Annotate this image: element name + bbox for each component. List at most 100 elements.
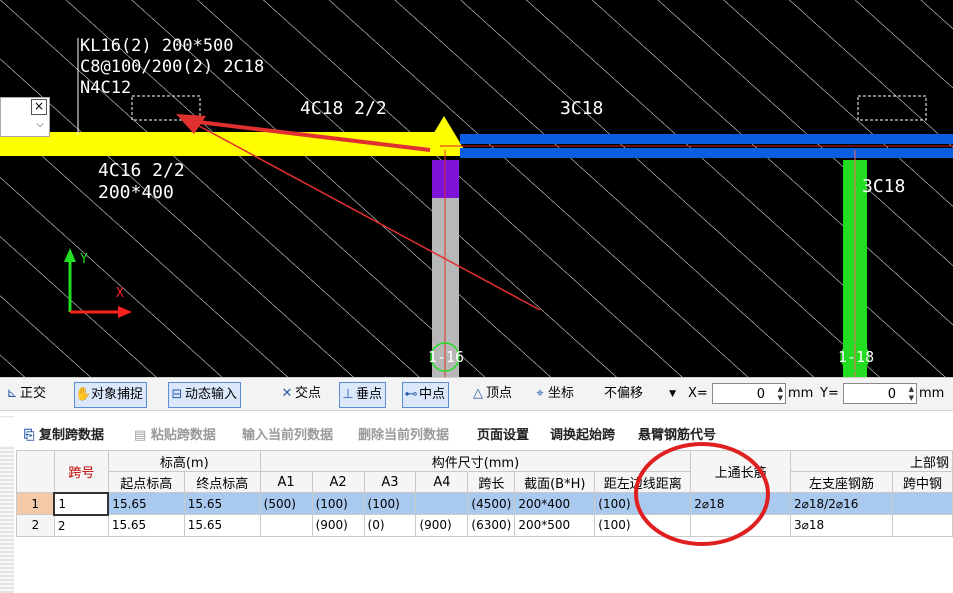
section-cell[interactable]: 200*500 [514,514,596,537]
span1-bottom-rebar: 4C16 2/2 [98,160,185,181]
paste-span-button[interactable]: ▤ 粘贴跨数据 [134,424,216,443]
midpoint-snap-button[interactable]: ⊷ 中点 [402,382,450,408]
upper-rebar-header[interactable]: 上部钢 [790,450,953,472]
copy-span-button[interactable]: ⎘ 复制跨数据 [24,424,104,443]
table-toolbar: ⎘ 复制跨数据 ▤ 粘贴跨数据 输入当前列数据 删除当前列数据 页面设置 调换起… [0,418,953,446]
a4-header[interactable]: A4 [415,471,469,493]
start-elevation-cell[interactable]: 15.65 [107,492,185,515]
osnap-button[interactable]: ✋对象捕捉 [74,382,148,408]
beam-label: KL16(2) 200*500 C8@100/200(2) 2C18 N4C12 [80,36,264,99]
span-length-header[interactable]: 跨长 [467,471,516,493]
end-elevation-cell[interactable]: 15.65 [183,492,261,515]
end-elevation-header[interactable]: 终点标高 [183,471,261,493]
row-number[interactable]: 2 [16,514,55,537]
axis-x-label: X [116,286,124,301]
perpendicular-icon: ⊥ [342,387,354,402]
a3-header[interactable]: A3 [363,471,417,493]
magnet-icon: ✋ [75,387,92,402]
ortho-icon: ⊾ [6,386,18,401]
coordinate-label: 坐标 [548,386,575,401]
dynamic-input-label: 动态输入 [185,387,238,402]
left-support-rebar-header[interactable]: 左支座钢筋 [790,471,893,493]
vertex-snap-button[interactable]: △ 顶点 [470,382,512,406]
span-length-cell[interactable]: (4500) [467,492,516,515]
right-column-rebar: 3C18 [862,176,906,197]
row-number[interactable]: 1 [16,492,55,515]
elevation-header[interactable]: 标高(m) [107,450,261,472]
intersection-icon: ✕ [281,386,293,401]
ortho-button[interactable]: ⊾ 正交 [4,382,46,406]
dynamic-input-button[interactable]: ⊟ 动态输入 [168,382,242,408]
close-icon[interactable]: × [31,99,47,115]
chevron-down-icon[interactable]: ⌵ [33,118,47,132]
mid-span-rebar-cell[interactable] [891,514,953,537]
page-setup-button[interactable]: 页面设置 [477,424,529,443]
a3-cell[interactable]: (0) [363,514,417,537]
span1-bottom-label: 4C16 2/2 200*400 [98,160,185,204]
copy-icon: ⎘ [24,428,35,443]
coordinate-icon: ⌖ [536,386,544,401]
header-row-1: 跨号 标高(m) 构件尺寸(mm) 上通长筋 上部钢 [16,450,953,493]
x-unit: mm [788,386,814,401]
swap-start-span-button[interactable]: 调换起始跨 [550,424,615,443]
beam-span-2-top[interactable] [460,134,953,144]
cad-canvas[interactable]: KL16(2) 200*500 C8@100/200(2) 2C18 N4C12… [0,0,953,377]
a3-cell[interactable]: (100) [363,492,417,515]
intersection-snap-button[interactable]: ✕ 交点 [279,382,321,406]
paste-span-label: 粘贴跨数据 [150,428,216,443]
midpoint-label: 中点 [419,387,446,402]
table-row[interactable]: 2 2 15.65 15.65 (900) (0) (900) (6300) 2… [16,514,953,537]
y-label: Y= [820,386,839,401]
span1-section: 200*400 [98,182,174,203]
beam-span-2-bottom[interactable] [460,148,953,158]
y-coordinate-input[interactable]: 0 ▲ ▼ [843,383,917,404]
y-spinner-icon[interactable]: ▲ ▼ [909,385,914,403]
end-elevation-cell[interactable]: 15.65 [183,514,261,537]
span-length-cell[interactable]: (6300) [467,514,516,537]
perpendicular-snap-button[interactable]: ⊥ 垂点 [339,382,387,408]
dimension-header[interactable]: 构件尺寸(mm) [259,450,692,472]
start-elevation-header[interactable]: 起点标高 [107,471,185,493]
span-no-cell[interactable]: 2 [53,514,109,537]
axis-y-label: Y [80,252,88,267]
start-elevation-cell[interactable]: 15.65 [107,514,185,537]
a4-cell[interactable] [415,492,469,515]
span-no-header[interactable]: 跨号 [53,450,109,493]
table-row[interactable]: 1 1 15.65 15.65 (500) (100) (100) (4500)… [16,491,953,516]
floating-panel[interactable]: × ⌵ [0,97,50,137]
left-support-rebar-cell[interactable]: 2⌀18/2⌀16 [790,492,893,515]
offset-mode-select[interactable]: 不偏移 ▼ [604,382,678,406]
a1-cell[interactable] [259,514,313,537]
midpoint-icon: ⊷ [404,387,418,402]
a1-cell[interactable]: (500) [259,492,313,515]
left-support-rebar-cell[interactable]: 3⌀18 [790,514,893,537]
paste-icon: ▤ [134,428,147,443]
a4-cell[interactable]: (900) [415,514,469,537]
section-cell[interactable]: 200*400 [514,492,596,515]
a2-cell[interactable]: (900) [311,514,365,537]
dynamic-input-icon: ⊟ [171,387,183,402]
ortho-label: 正交 [20,386,47,401]
x-coordinate-input[interactable]: 0 ▲ ▼ [712,383,786,404]
a2-cell[interactable]: (100) [311,492,365,515]
annotation-ellipse [634,442,770,546]
intersection-label: 交点 [295,386,322,401]
x-coordinate-value: 0 [756,387,765,402]
y-coordinate-value: 0 [887,387,896,402]
x-spinner-icon[interactable]: ▲ ▼ [778,385,783,403]
span1-top-rebar: 4C18 2/2 [300,98,387,119]
span-data-table: 跨号 标高(m) 构件尺寸(mm) 上通长筋 上部钢 起点标高 终点标高 A1 … [16,450,953,537]
x-label: X= [688,386,708,401]
delete-column-button[interactable]: 删除当前列数据 [358,424,449,443]
y-unit: mm [919,386,945,401]
coordinate-snap-button[interactable]: ⌖ 坐标 [532,382,574,406]
mid-span-rebar-header[interactable]: 跨中钢 [891,471,953,493]
osnap-label: 对象捕捉 [91,387,144,402]
column-1-label: 1-16 [428,348,465,366]
section-header[interactable]: 截面(B*H) [514,471,596,493]
a2-header[interactable]: A2 [311,471,365,493]
span-no-cell[interactable]: 1 [53,491,110,516]
a1-header[interactable]: A1 [259,471,313,493]
input-column-button[interactable]: 输入当前列数据 [242,424,333,443]
mid-span-rebar-cell[interactable] [891,492,953,515]
